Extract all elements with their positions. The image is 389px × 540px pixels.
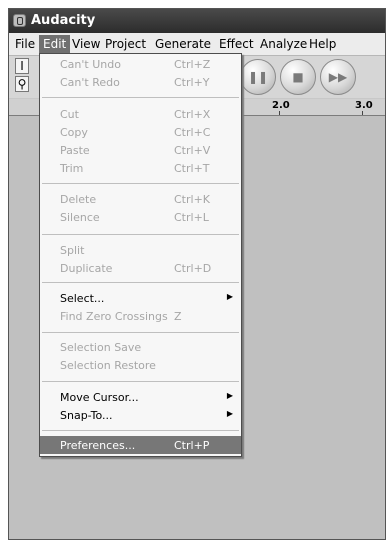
menu-item-duplicate[interactable]: Duplicate Ctrl+D: [40, 259, 241, 277]
menu-item-selection-save[interactable]: Selection Save: [40, 338, 241, 356]
menu-analyze[interactable]: Analyze: [257, 36, 310, 52]
menu-item-label: Split: [60, 244, 85, 257]
selection-tool[interactable]: I: [15, 58, 29, 74]
menu-item-shortcut: Ctrl+L: [174, 211, 209, 224]
menu-item-label: Delete: [60, 193, 97, 206]
skip-to-end-button[interactable]: ▶▶: [320, 59, 356, 95]
menu-separator: [42, 183, 239, 184]
menu-help[interactable]: Help: [306, 36, 339, 52]
menu-item-undo[interactable]: Can't Undo Ctrl+Z: [40, 55, 241, 73]
ruler-tick-mark: [362, 111, 363, 115]
menu-item-trim[interactable]: Trim Ctrl+T: [40, 159, 241, 177]
menu-item-label: Select...: [60, 292, 105, 305]
menu-item-move-cursor[interactable]: Move Cursor... ▶: [40, 388, 241, 406]
menu-item-label: Can't Undo: [60, 58, 121, 71]
menu-item-label: Trim: [60, 162, 84, 175]
menu-item-split[interactable]: Split: [40, 241, 241, 259]
menu-effect[interactable]: Effect: [216, 36, 257, 52]
menu-item-paste[interactable]: Paste Ctrl+V: [40, 141, 241, 159]
ruler-tick-mark: [279, 111, 280, 115]
ruler-tick-label: 3.0: [355, 100, 373, 111]
pause-button[interactable]: ❚❚: [240, 59, 276, 95]
menu-separator: [42, 97, 239, 98]
menu-item-label: Snap-To...: [60, 409, 113, 422]
menu-item-shortcut: Ctrl+T: [174, 162, 210, 175]
menu-separator: [42, 282, 239, 283]
menu-separator: [42, 381, 239, 382]
menu-item-label: Find Zero Crossings: [60, 310, 168, 323]
menu-item-shortcut: Z: [174, 310, 182, 323]
edit-menu-dropdown: Can't Undo Ctrl+Z Can't Redo Ctrl+Y Cut …: [39, 53, 242, 457]
menu-item-snap-to[interactable]: Snap-To... ▶: [40, 406, 241, 424]
menu-item-shortcut: Ctrl+D: [174, 262, 212, 275]
menu-item-label: Can't Redo: [60, 76, 120, 89]
menu-item-shortcut: Ctrl+X: [174, 108, 211, 121]
menu-item-copy[interactable]: Copy Ctrl+C: [40, 123, 241, 141]
menu-item-redo[interactable]: Can't Redo Ctrl+Y: [40, 73, 241, 91]
submenu-arrow-icon: ▶: [226, 391, 233, 400]
submenu-arrow-icon: ▶: [226, 292, 233, 301]
menu-project[interactable]: Project: [102, 36, 149, 52]
menu-item-find-zero-crossings[interactable]: Find Zero Crossings Z: [40, 307, 241, 325]
menu-item-preferences[interactable]: Preferences... Ctrl+P: [40, 436, 241, 454]
menu-file[interactable]: File: [12, 36, 38, 52]
menu-generate[interactable]: Generate: [152, 36, 214, 52]
menu-edit[interactable]: Edit: [39, 35, 71, 53]
window-title: Audacity: [31, 13, 96, 28]
menu-item-selection-restore[interactable]: Selection Restore: [40, 356, 241, 374]
menu-item-shortcut: Ctrl+V: [174, 144, 211, 157]
menu-item-select[interactable]: Select... ▶: [40, 289, 241, 307]
menu-item-label: Silence: [60, 211, 100, 224]
menu-item-shortcut: Ctrl+K: [174, 193, 211, 206]
menu-item-label: Cut: [60, 108, 79, 121]
audacity-window: Audacity File Edit View Project Generate…: [8, 8, 386, 540]
menu-item-shortcut: Ctrl+C: [174, 126, 211, 139]
menu-item-label: Selection Restore: [60, 359, 156, 372]
menu-item-label: Move Cursor...: [60, 391, 139, 404]
menu-item-label: Paste: [60, 144, 90, 157]
ruler-tick-label: 2.0: [272, 100, 290, 111]
menu-item-label: Duplicate: [60, 262, 113, 275]
menu-separator: [42, 234, 239, 235]
menu-item-shortcut: Ctrl+P: [174, 439, 210, 452]
submenu-arrow-icon: ▶: [226, 409, 233, 418]
menu-separator: [42, 430, 239, 431]
menu-item-cut[interactable]: Cut Ctrl+X: [40, 105, 241, 123]
title-bar[interactable]: Audacity: [9, 9, 385, 33]
menu-item-shortcut: Ctrl+Z: [174, 58, 211, 71]
menu-item-label: Preferences...: [60, 439, 136, 452]
menu-item-label: Selection Save: [60, 341, 142, 354]
menu-item-delete[interactable]: Delete Ctrl+K: [40, 190, 241, 208]
menu-view[interactable]: View: [69, 36, 103, 52]
audacity-app-icon: [13, 14, 26, 27]
stop-button[interactable]: ■: [280, 59, 316, 95]
zoom-tool[interactable]: ⚲: [15, 76, 29, 92]
menu-separator: [42, 332, 239, 333]
menu-item-shortcut: Ctrl+Y: [174, 76, 210, 89]
menu-item-silence[interactable]: Silence Ctrl+L: [40, 208, 241, 226]
menu-item-label: Copy: [60, 126, 88, 139]
